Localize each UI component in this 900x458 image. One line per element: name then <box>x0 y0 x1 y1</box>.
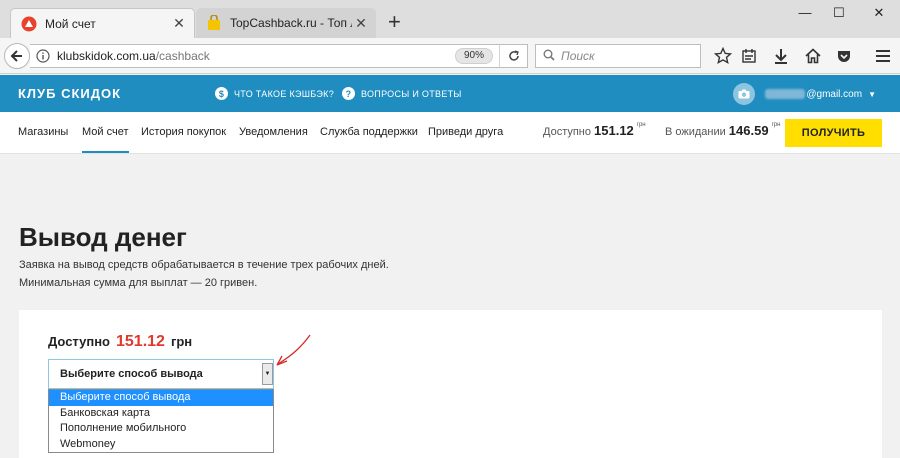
topcashback-favicon-icon <box>206 15 222 31</box>
what-is-cashback-label: ЧТО ТАКОЕ КЭШБЭК? <box>234 88 335 99</box>
annotation-arrow-icon <box>276 334 311 366</box>
faq-link[interactable]: ? ВОПРОСЫ И ОТВЕТЫ <box>342 87 462 100</box>
user-email: @gmail.com <box>806 88 863 100</box>
browser-toolbar: klubskidok.com.ua/cashback 90% Поиск <box>0 38 900 74</box>
option-bank-card[interactable]: Банковская карта <box>49 406 273 422</box>
select-value: Выберите способ вывода <box>60 368 203 380</box>
tab-title: Мой счет <box>45 16 96 31</box>
tab-moi-schet[interactable]: Мой счет ✕ <box>10 8 195 38</box>
balance-pending-value: 146.59 <box>728 123 769 138</box>
back-arrow-icon[interactable] <box>4 43 30 69</box>
user-menu[interactable]: @gmail.com ▼ <box>733 83 876 105</box>
search-placeholder: Поиск <box>561 49 595 63</box>
caret-down-icon: ▼ <box>868 89 876 99</box>
withdrawal-method-options: Выберите способ вывода Банковская карта … <box>48 389 274 453</box>
page-title: Вывод денег <box>19 222 187 252</box>
available-amount-row: Доступно 151.12 грн <box>48 333 192 351</box>
tab-topcashback[interactable]: TopCashback.ru - Топ лучш ✕ <box>196 8 376 38</box>
site-header: КЛУБ СКИДОК $ ЧТО ТАКОЕ КЭШБЭК? ? ВОПРОС… <box>0 75 900 112</box>
balance-pending: В ожидании 146.59 грн <box>665 122 781 138</box>
close-window-icon[interactable]: ✕ <box>866 2 892 24</box>
nav-item-purchase-history[interactable]: История покупок <box>141 126 226 138</box>
site-info-icon[interactable] <box>36 49 50 63</box>
balance-pending-label: В ожидании <box>665 126 726 138</box>
minimize-window-icon[interactable]: — <box>792 2 818 24</box>
option-choose-method[interactable]: Выберите способ вывода <box>49 390 273 406</box>
get-money-button[interactable]: ПОЛУЧИТЬ <box>785 119 882 147</box>
maximize-window-icon[interactable]: ☐ <box>826 2 852 24</box>
faq-label: ВОПРОСЫ И ОТВЕТЫ <box>361 88 462 99</box>
url-host: klubskidok.com.ua <box>57 49 156 63</box>
available-amount: 151.12 <box>116 333 165 350</box>
nav-item-stores[interactable]: Магазины <box>18 126 68 138</box>
url-path: /cashback <box>155 49 210 63</box>
reading-list-icon[interactable] <box>738 46 760 66</box>
home-icon[interactable] <box>802 46 824 66</box>
new-tab-plus-icon[interactable]: + <box>388 11 401 33</box>
site-nav: Магазины Мой счет История покупок Уведом… <box>0 112 900 154</box>
question-icon: ? <box>342 87 355 100</box>
zoom-level-badge[interactable]: 90% <box>454 48 493 64</box>
nav-item-notifications[interactable]: Уведомления <box>239 126 308 138</box>
reload-icon[interactable] <box>499 45 527 67</box>
nav-item-my-account[interactable]: Мой счет <box>82 126 129 153</box>
available-currency: грн <box>170 334 193 349</box>
pocket-icon[interactable] <box>833 46 855 66</box>
available-label: Доступно <box>48 334 110 349</box>
balance-available: Доступно 151.12 грн <box>543 122 646 138</box>
download-icon[interactable] <box>770 46 792 66</box>
balance-available-value: 151.12 <box>594 123 634 138</box>
close-tab-icon[interactable]: ✕ <box>352 15 370 32</box>
option-mobile-topup[interactable]: Пополнение мобильного <box>49 421 273 437</box>
hamburger-menu-icon[interactable] <box>872 46 894 66</box>
nav-item-support[interactable]: Служба поддержки <box>320 126 418 138</box>
description-line-2: Минимальная сумма для выплат — 20 гривен… <box>19 277 258 289</box>
search-icon <box>543 49 555 64</box>
currency-label: грн <box>636 122 646 128</box>
nav-item-refer-friend[interactable]: Приведи друга <box>428 126 503 138</box>
currency-label: грн <box>771 122 781 128</box>
bookmark-star-icon[interactable] <box>712 46 734 66</box>
tab-title: TopCashback.ru - Топ лучш <box>230 16 352 30</box>
balance-available-label: Доступно <box>543 126 592 138</box>
search-input[interactable]: Поиск <box>535 44 701 68</box>
dollar-icon: $ <box>215 87 228 100</box>
description-line-1: Заявка на вывод средств обрабатывается в… <box>19 259 389 271</box>
camera-avatar-icon <box>733 83 756 105</box>
what-is-cashback-link[interactable]: $ ЧТО ТАКОЕ КЭШБЭК? <box>215 87 334 100</box>
withdrawal-method-select[interactable]: Выберите способ вывода ▼ <box>48 359 274 389</box>
site-logo[interactable]: КЛУБ СКИДОК <box>18 86 121 101</box>
browser-tab-bar: Мой счет ✕ TopCashback.ru - Топ лучш ✕ +… <box>0 0 900 38</box>
address-bar[interactable]: klubskidok.com.ua/cashback 90% <box>30 44 528 68</box>
klubskidok-favicon-icon <box>21 16 37 32</box>
close-tab-icon[interactable]: ✕ <box>170 15 188 32</box>
redacted-email-part <box>765 89 806 99</box>
option-webmoney[interactable]: Webmoney <box>49 437 273 453</box>
